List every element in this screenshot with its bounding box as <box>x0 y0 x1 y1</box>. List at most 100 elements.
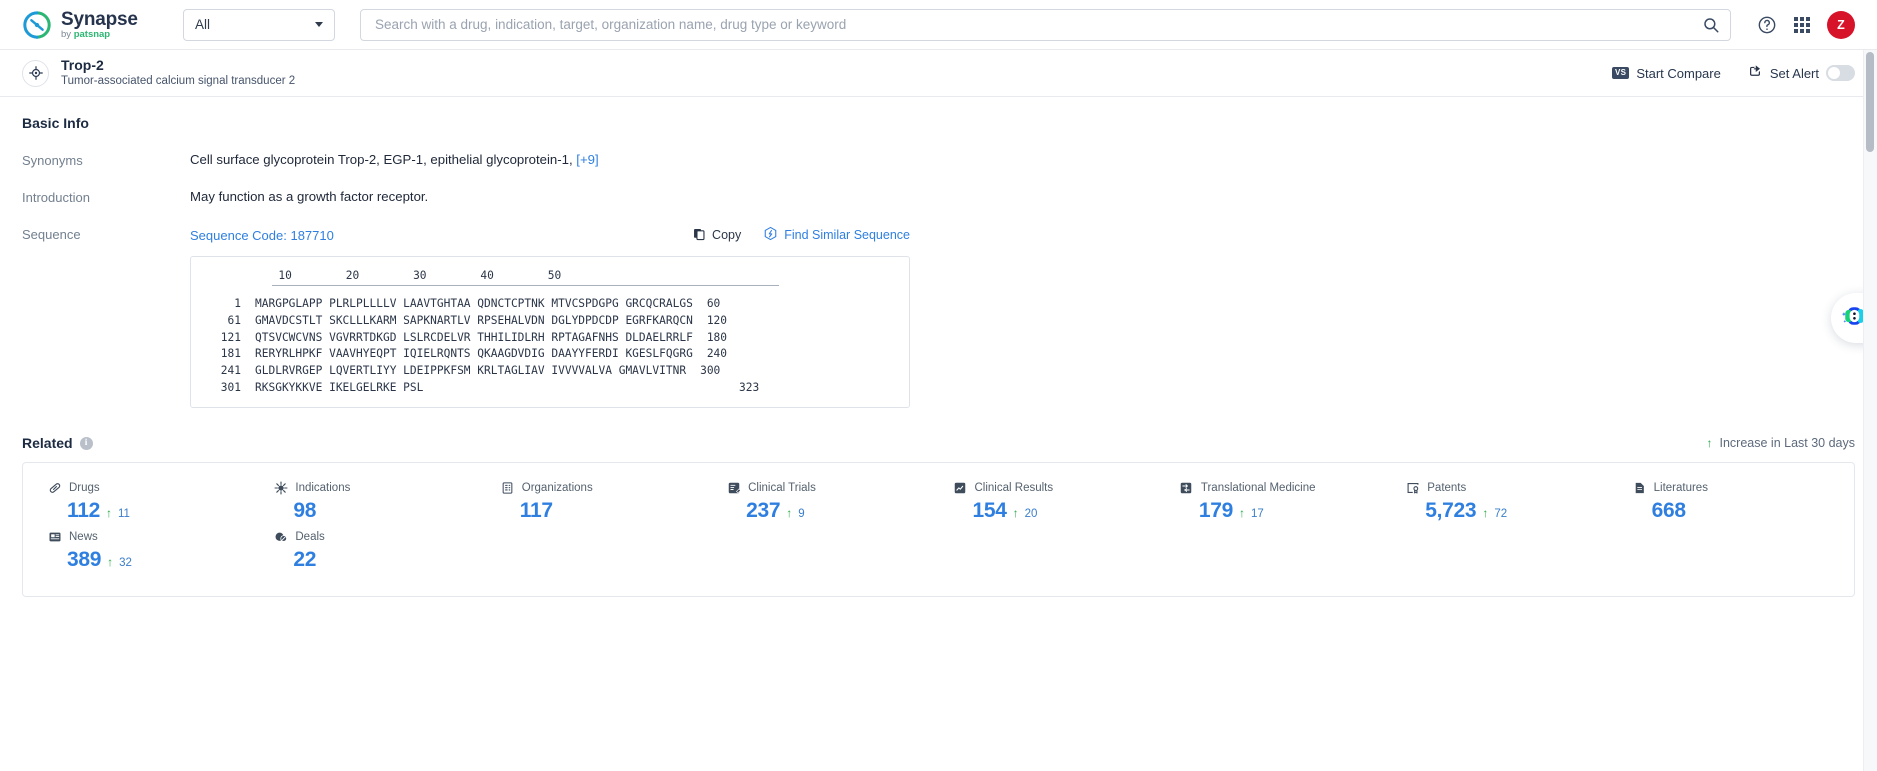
related-stat-clinical-results[interactable]: Clinical Results 154 ↑ 20 <box>939 480 1165 523</box>
copy-icon <box>692 227 706 244</box>
help-icon[interactable] <box>1757 15 1777 35</box>
clinical-trial-icon <box>726 480 741 495</box>
related-stat-value: 5,723 <box>1425 499 1477 522</box>
clinical-result-icon <box>953 480 968 495</box>
related-stat-translational-medicine[interactable]: Translational Medicine 179 ↑ 17 <box>1165 480 1391 523</box>
synonyms-row: Synonyms Cell surface glycoprotein Trop-… <box>22 152 1855 168</box>
sequence-lines: 1 MARGPGLAPP PLRLPLLLLV LAAVTGHTAA QDNCT… <box>211 298 889 393</box>
sequence-residues: RERYRLHPKF VAAVHYEQPT IQIELRQNTS QKAAGDV… <box>255 347 693 361</box>
page-subtitle: Tumor-associated calcium signal transduc… <box>61 74 296 87</box>
related-stat-patents[interactable]: Patents 5,723 ↑ 72 <box>1391 480 1617 523</box>
logo-title: Synapse <box>61 8 138 30</box>
sequence-line: 301 RKSGKYKKVE IKELGELRKE PSL 323 <box>211 382 889 393</box>
scrollbar-track[interactable] <box>1863 50 1877 771</box>
related-stat-label: Clinical Results <box>974 481 1054 494</box>
arrow-up-icon: ↑ <box>1706 436 1713 450</box>
synonyms-value: Cell surface glycoprotein Trop-2, EGP-1,… <box>190 152 599 168</box>
sequence-end-index: 300 <box>700 364 721 378</box>
nav-right-actions: Z <box>1757 10 1855 39</box>
set-alert-label: Set Alert <box>1769 65 1819 81</box>
related-stat-value: 154 <box>972 499 1007 522</box>
news-icon <box>47 529 62 544</box>
building-icon <box>500 480 515 495</box>
sequence-residues: QTSVCWCVNS VGVRRTDKGD LSLRCDELVR THHILID… <box>255 330 693 344</box>
sequence-line: 121 QTSVCWCVNS VGVRRTDKGD LSLRCDELVR THH… <box>211 330 889 344</box>
synonyms-more-link[interactable]: [+9] <box>576 152 598 167</box>
related-stat-drugs[interactable]: Drugs 112 ↑ 11 <box>33 480 259 523</box>
literature-icon <box>1632 480 1647 495</box>
start-compare-button[interactable]: VS Start Compare <box>1612 66 1721 81</box>
vs-badge: VS <box>1612 67 1630 79</box>
sequence-line: 61 GMAVDCSTLT SKCLLLKARM SAPKNARTLV RPSE… <box>211 315 889 326</box>
related-stat-value: 112 <box>67 499 100 522</box>
related-stat-delta: 20 <box>1024 508 1038 520</box>
chevron-down-icon <box>315 22 323 27</box>
related-stat-organizations[interactable]: Organizations 117 <box>486 480 712 523</box>
related-legend: ↑ Increase in Last 30 days <box>1707 436 1856 450</box>
related-stat-label: Organizations <box>521 481 593 494</box>
find-similar-sequence-button[interactable]: Find Similar Sequence <box>763 226 910 244</box>
scrollbar-thumb[interactable] <box>1866 52 1874 152</box>
app-logo[interactable]: Synapse by patsnap <box>22 10 162 40</box>
basic-info-heading: Basic Info <box>22 115 89 131</box>
sequence-end-index: 323 <box>739 380 760 394</box>
related-heading: Related <box>22 435 73 451</box>
page-content: Basic Info Synonyms Cell surface glycopr… <box>0 97 1877 771</box>
copy-sequence-button[interactable]: Copy <box>692 227 741 244</box>
related-stat-label: Clinical Trials <box>748 481 816 494</box>
sequence-residues: RKSGKYKKVE IKELGELRKE PSL <box>255 380 424 394</box>
search-icon[interactable] <box>1702 16 1720 34</box>
app-grid-icon[interactable] <box>1794 16 1810 33</box>
synonyms-label: Synonyms <box>22 153 83 168</box>
find-similar-label: Find Similar Sequence <box>784 228 910 242</box>
copy-label: Copy <box>712 228 742 242</box>
arrow-up-icon: ↑ <box>1239 506 1246 520</box>
sequence-start-index: 121 <box>220 330 241 344</box>
deals-icon <box>273 529 288 544</box>
related-stat-value: 668 <box>1651 499 1686 522</box>
sequence-ruler-numbers: 10 20 30 40 50 <box>211 269 562 282</box>
related-stat-delta: 9 <box>798 508 805 520</box>
search-scope-select[interactable]: All <box>183 8 335 41</box>
logo-subtitle: by patsnap <box>61 28 111 40</box>
related-stat-delta: 32 <box>119 557 132 569</box>
sequence-line: 1 MARGPGLAPP PLRLPLLLLV LAAVTGHTAA QDNCT… <box>211 298 889 309</box>
related-stat-label: Deals <box>295 530 325 543</box>
synapse-logo-icon <box>22 10 52 40</box>
page-title: Trop-2 <box>61 57 104 74</box>
related-stat-indications[interactable]: Indications 98 <box>259 480 485 523</box>
related-stat-value: 237 <box>746 499 781 522</box>
find-similar-icon <box>763 226 778 244</box>
related-stat-value: 98 <box>293 499 317 522</box>
related-stats-grid: Drugs 112 ↑ 11 Indications 98 Organizati… <box>33 480 1844 578</box>
related-stat-news[interactable]: News 389 ↑ 32 <box>33 529 259 572</box>
sequence-line: 241 GLDLRVRGEP LQVERTLIYY LDEIPPKFSM KRL… <box>211 365 889 376</box>
top-navigation-bar: Synapse by patsnap All Z <box>0 0 1877 50</box>
global-search-box[interactable] <box>360 8 1731 41</box>
arrow-up-icon: ↑ <box>1482 506 1489 520</box>
search-scope-value: All <box>195 17 211 32</box>
related-stat-clinical-trials[interactable]: Clinical Trials 237 ↑ 9 <box>712 480 938 523</box>
set-alert-control[interactable]: Set Alert <box>1747 64 1855 82</box>
capsule-icon <box>47 480 62 495</box>
info-icon[interactable]: i <box>79 436 93 450</box>
sequence-content: Sequence Code: 187710 Copy Find Similar … <box>190 226 910 408</box>
introduction-row: Introduction May function as a growth fa… <box>22 189 1855 205</box>
related-stat-deals[interactable]: Deals 22 <box>259 529 485 572</box>
virus-icon <box>273 480 288 495</box>
related-stat-value: 179 <box>1198 499 1234 522</box>
set-alert-toggle[interactable] <box>1826 65 1855 81</box>
patent-icon <box>1405 480 1420 495</box>
avatar[interactable]: Z <box>1827 10 1855 39</box>
sequence-start-index: 1 <box>234 297 241 311</box>
related-stat-literatures[interactable]: Literatures 668 <box>1618 480 1844 523</box>
search-input[interactable] <box>375 17 1702 32</box>
start-compare-label: Start Compare <box>1636 65 1721 81</box>
sequence-residues: GMAVDCSTLT SKCLLLKARM SAPKNARTLV RPSEHAL… <box>255 313 693 327</box>
related-stat-delta: 11 <box>117 508 130 520</box>
arrow-up-icon: ↑ <box>107 555 114 569</box>
sequence-code-link[interactable]: Sequence Code: 187710 <box>190 228 334 243</box>
sequence-viewer[interactable]: 10 20 30 40 50 1 MARGPGLAPP PLRLPLLLLV L… <box>190 256 910 408</box>
translational-icon <box>1179 480 1194 495</box>
sequence-end-index: 240 <box>706 347 728 361</box>
